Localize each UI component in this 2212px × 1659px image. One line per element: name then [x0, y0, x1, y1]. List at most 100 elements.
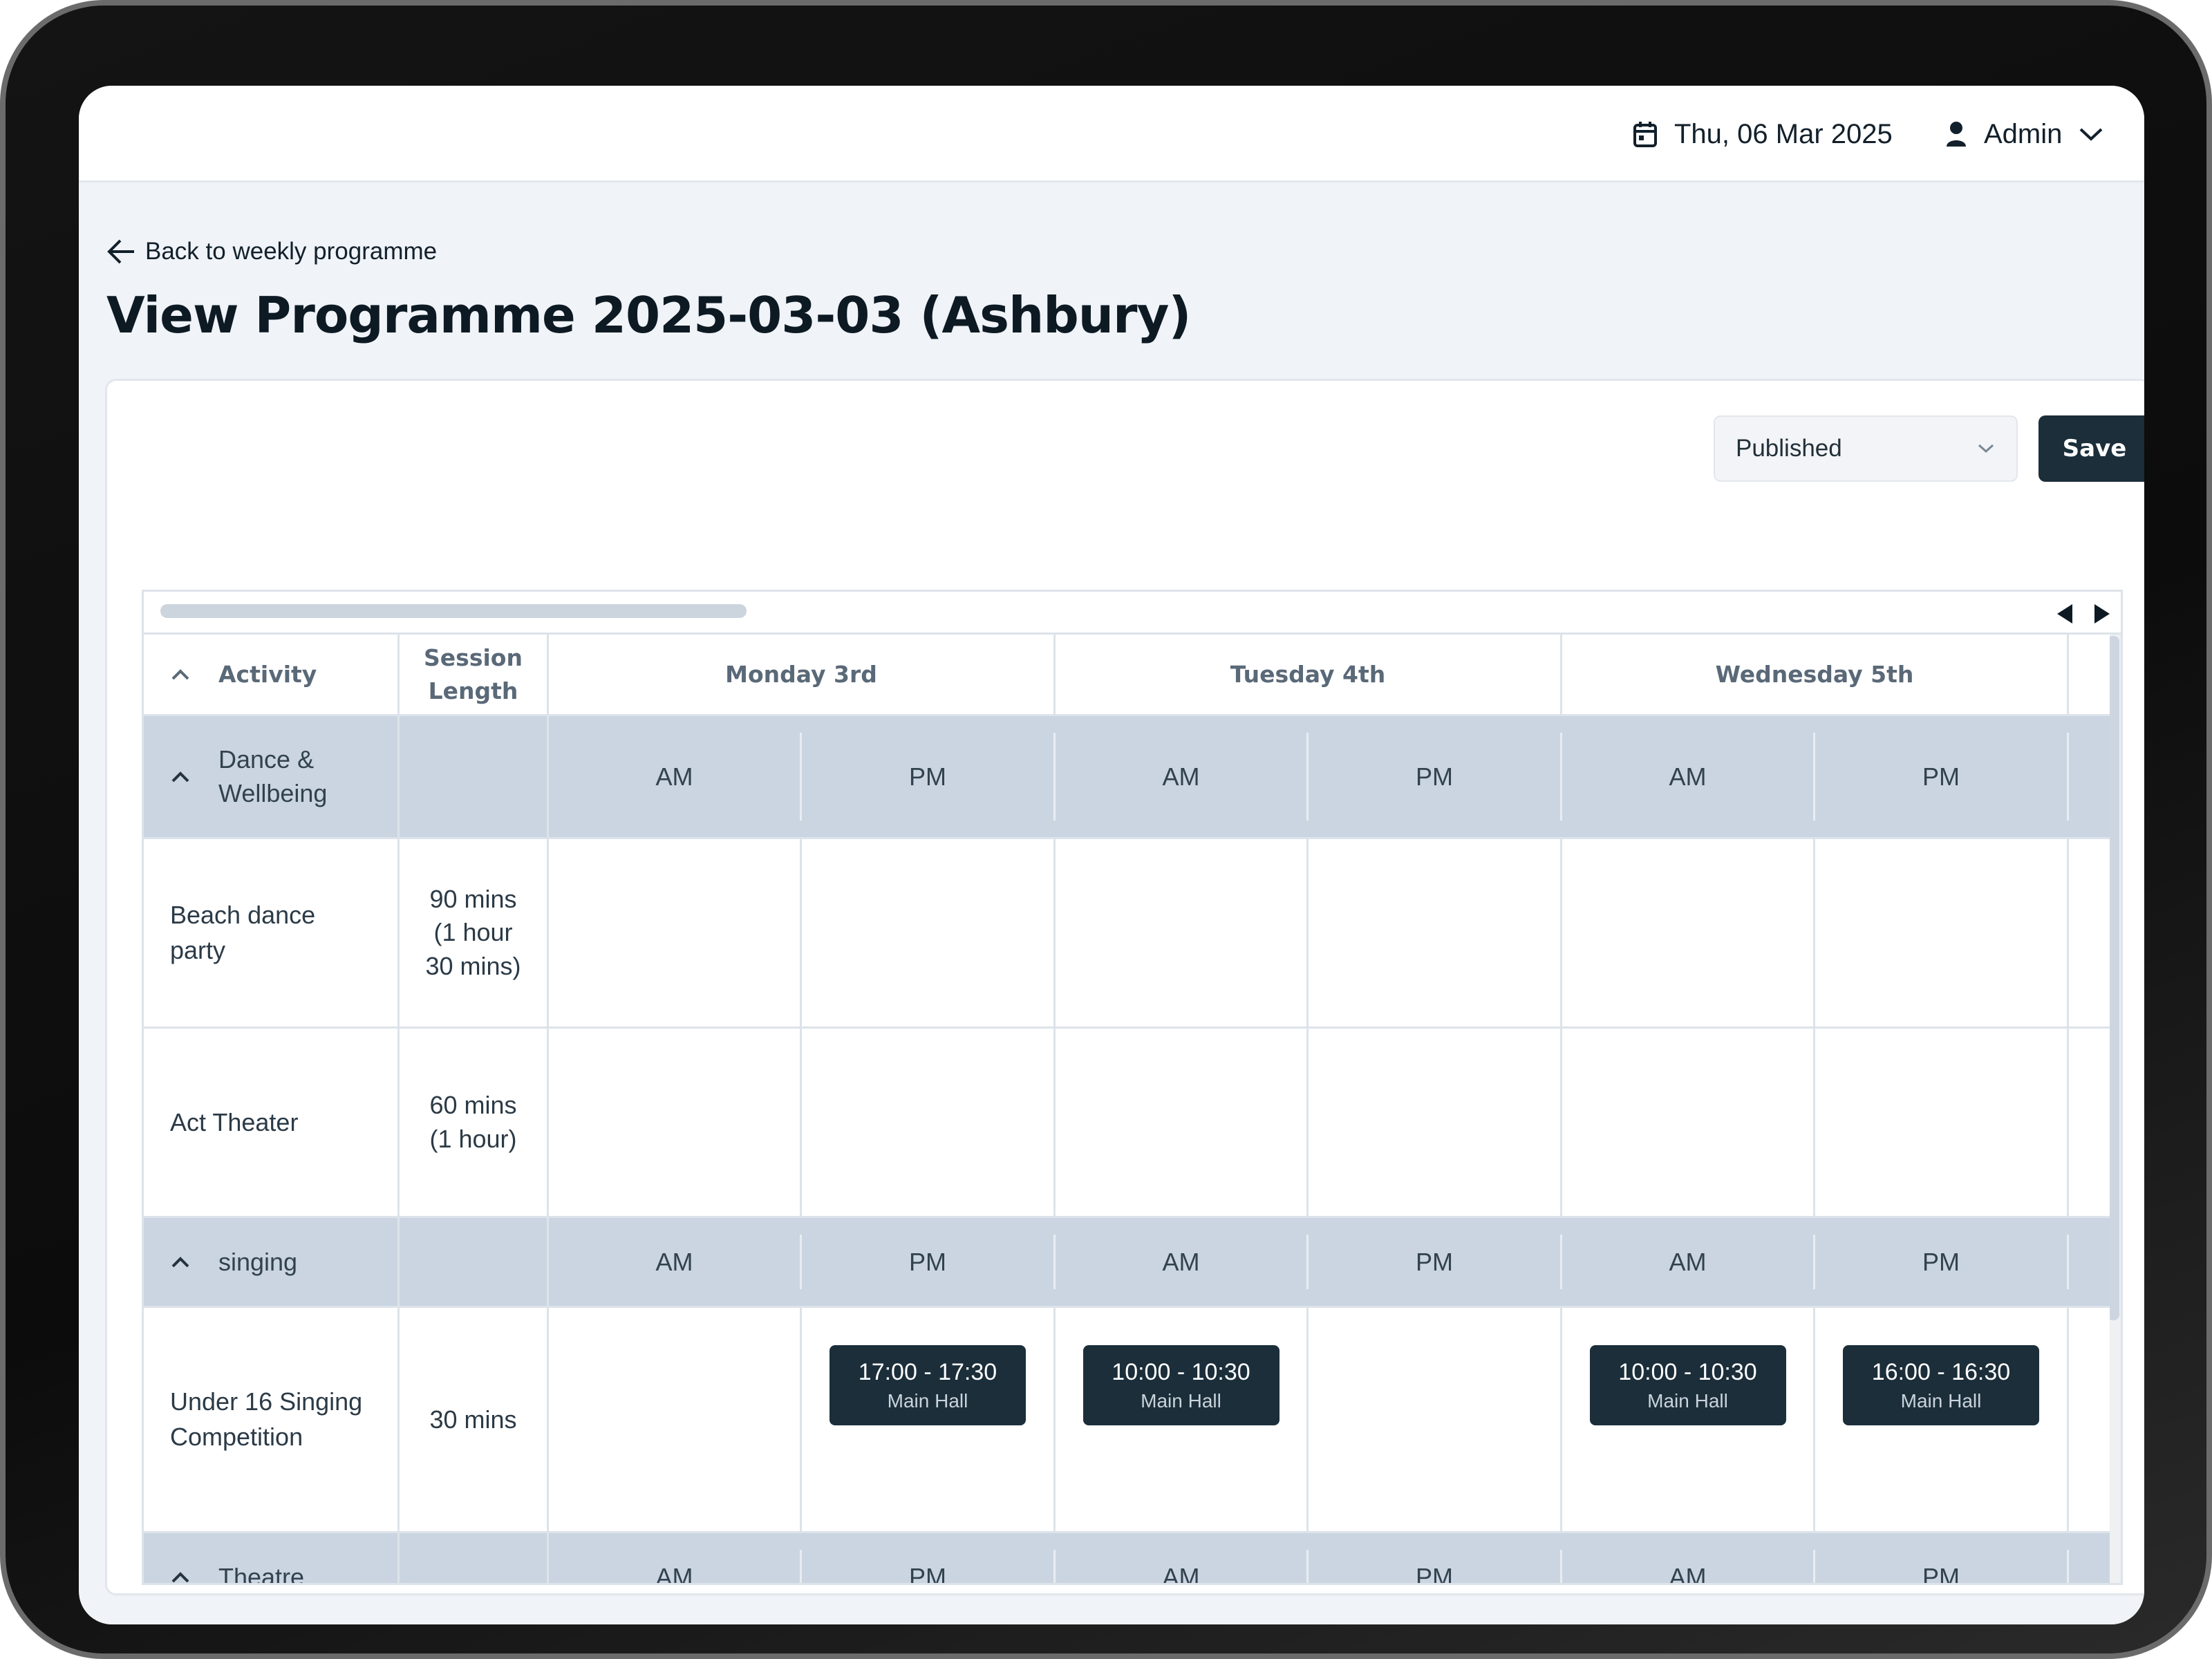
session-room: Main Hall — [1141, 1389, 1221, 1412]
day-header-tuesday: Tuesday 4th — [1056, 635, 1562, 714]
app-screen: Thu, 06 Mar 2025 Admin Back to weekly pr… — [79, 86, 2144, 1624]
slot-header: PM — [1815, 733, 2069, 821]
activity-name: Under 16 Singing Competition — [170, 1387, 363, 1451]
slot-header: PM — [1309, 1550, 1562, 1583]
group-length-cell — [400, 1218, 549, 1306]
session-length-cell: 60 mins (1 hour) — [400, 1029, 549, 1216]
group-row: Dance & Wellbeing AM PM AM PM AM PM — [144, 716, 2110, 839]
slot-cell[interactable] — [1309, 1029, 1562, 1216]
group-toggle[interactable]: Dance & Wellbeing — [144, 716, 400, 837]
slot-header: AM — [549, 733, 802, 821]
activity-cell: Under 16 Singing Competition — [144, 1308, 400, 1531]
programme-card: Published Save Activity Session Length M… — [105, 379, 2144, 1595]
current-date-text: Thu, 06 Mar 2025 — [1674, 118, 1893, 149]
slot-header: PM — [1309, 733, 1562, 821]
group-name: Dance & Wellbeing — [218, 744, 328, 807]
slot-header: AM — [549, 1550, 802, 1583]
slot-header: PM — [802, 733, 1056, 821]
slot-header: PM — [1309, 1235, 1562, 1289]
session-block[interactable]: 10:00 - 10:30 Main Hall — [1082, 1345, 1280, 1425]
activity-name: Act Theater — [170, 1107, 299, 1136]
scroll-left-icon[interactable] — [2052, 601, 2079, 626]
session-room: Main Hall — [887, 1389, 968, 1412]
slot-cell[interactable] — [1056, 1029, 1309, 1216]
group-row: Theatre AM PM AM PM AM PM — [144, 1533, 2110, 1585]
session-block[interactable]: 16:00 - 16:30 Main Hall — [1843, 1345, 2039, 1425]
slot-header: PM — [1815, 1235, 2069, 1289]
session-time: 17:00 - 17:30 — [858, 1358, 997, 1385]
slot-header: PM — [1815, 1550, 2069, 1583]
group-length-cell — [400, 716, 549, 837]
back-link-label: Back to weekly programme — [145, 238, 438, 265]
chevron-up-icon — [170, 1255, 191, 1269]
status-select[interactable]: Published — [1714, 415, 2018, 482]
calendar-icon — [1633, 120, 1658, 148]
table-header-row: Activity Session Length Monday 3rd Tuesd… — [144, 635, 2110, 716]
table-row: Act Theater 60 mins (1 hour) — [144, 1029, 2110, 1218]
slot-header: AM — [1562, 1550, 1815, 1583]
slot-cell[interactable] — [549, 839, 802, 1027]
slot-cell[interactable] — [1562, 839, 1815, 1027]
table-row: Beach dance party 90 mins (1 hour 30 min… — [144, 839, 2110, 1029]
slot-cell[interactable] — [1056, 839, 1309, 1027]
slot-header: AM — [1056, 1235, 1309, 1289]
group-name: singing — [218, 1247, 298, 1276]
slot-cell[interactable] — [1815, 839, 2069, 1027]
slot-cell[interactable] — [1815, 1029, 2069, 1216]
status-select-value: Published — [1736, 435, 1842, 462]
activity-name: Beach dance party — [170, 901, 316, 964]
slot-cell[interactable] — [1309, 1308, 1562, 1531]
session-room: Main Hall — [1900, 1389, 1982, 1412]
slot-cell[interactable] — [802, 1029, 1056, 1216]
slot-cell[interactable] — [1562, 1029, 1815, 1216]
group-length-cell — [400, 1533, 549, 1583]
chevron-up-icon — [170, 1571, 191, 1584]
programme-grid: Activity Session Length Monday 3rd Tuesd… — [142, 590, 2123, 1585]
current-date: Thu, 06 Mar 2025 — [1633, 106, 1893, 162]
user-menu[interactable]: Admin — [1945, 106, 2103, 162]
slot-header: AM — [1056, 733, 1309, 821]
activity-column-header[interactable]: Activity — [144, 635, 400, 714]
group-name: Theatre — [218, 1562, 305, 1585]
activity-header-label: Activity — [218, 661, 317, 688]
session-length-column-header: Session Length — [400, 635, 549, 714]
slot-header: AM — [1056, 1550, 1309, 1583]
top-bar: Thu, 06 Mar 2025 Admin — [79, 86, 2144, 182]
slot-cell[interactable] — [1309, 839, 1562, 1027]
slot-header: PM — [802, 1550, 1056, 1583]
user-icon — [1945, 120, 1967, 148]
back-to-weekly-link[interactable]: Back to weekly programme — [106, 238, 437, 265]
group-toggle[interactable]: singing — [144, 1218, 400, 1306]
slot-cell[interactable] — [802, 839, 1056, 1027]
group-toggle[interactable]: Theatre — [144, 1533, 400, 1585]
horizontal-scrollbar[interactable] — [144, 592, 2121, 635]
group-row: singing AM PM AM PM AM PM — [144, 1218, 2110, 1308]
scroll-right-icon[interactable] — [2088, 601, 2115, 626]
session-block[interactable]: 10:00 - 10:30 Main Hall — [1589, 1345, 1786, 1425]
slot-cell[interactable] — [549, 1029, 802, 1216]
session-room: Main Hall — [1647, 1389, 1728, 1412]
page-title: View Programme 2025-03-03 (Ashbury) — [106, 286, 1191, 344]
session-time: 10:00 - 10:30 — [1112, 1358, 1250, 1385]
activity-cell: Beach dance party — [144, 839, 400, 1027]
chevron-down-icon — [2079, 126, 2103, 142]
chevron-down-icon — [1976, 442, 1996, 455]
table-row: Under 16 Singing Competition 30 mins 17:… — [144, 1308, 2110, 1533]
chevron-up-icon — [170, 668, 191, 682]
user-name: Admin — [1984, 118, 2063, 149]
slot-header: AM — [1562, 733, 1815, 821]
horizontal-scroll-thumb[interactable] — [160, 604, 747, 618]
session-time: 10:00 - 10:30 — [1618, 1358, 1757, 1385]
slot-cell[interactable] — [549, 1308, 802, 1531]
slot-cell: 17:00 - 17:30 Main Hall — [802, 1308, 1056, 1531]
activity-cell: Act Theater — [144, 1029, 400, 1216]
session-time: 16:00 - 16:30 — [1871, 1358, 2011, 1385]
save-button[interactable]: Save — [2038, 415, 2144, 482]
day-header-wednesday: Wednesday 5th — [1562, 635, 2069, 714]
slot-header: PM — [802, 1235, 1056, 1289]
slot-header: AM — [549, 1235, 802, 1289]
session-block[interactable]: 17:00 - 17:30 Main Hall — [830, 1345, 1026, 1425]
session-length-cell: 30 mins — [400, 1308, 549, 1531]
session-length-cell: 90 mins (1 hour 30 mins) — [400, 839, 549, 1027]
slot-cell: 10:00 - 10:30 Main Hall — [1056, 1308, 1309, 1531]
